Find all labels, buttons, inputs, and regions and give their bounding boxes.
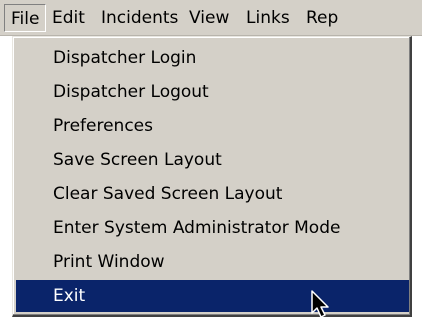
menu-reports-truncated[interactable]: Rep [300,4,338,32]
menu-view[interactable]: View [183,4,235,32]
menu-edit[interactable]: Edit [46,4,91,32]
menu-links[interactable]: Links [240,4,296,32]
arrow-pointer-icon [311,290,329,318]
menu-item-dispatcher-logout[interactable]: Dispatcher Logout [16,76,409,108]
menu-item-exit[interactable]: Exit [16,280,409,312]
menu-item-preferences[interactable]: Preferences [16,110,409,142]
file-dropdown-menu: Dispatcher Login Dispatcher Logout Prefe… [12,36,412,317]
menu-item-clear-saved-screen-layout[interactable]: Clear Saved Screen Layout [16,178,409,210]
menu-incidents[interactable]: Incidents [95,4,184,32]
menu-item-save-screen-layout[interactable]: Save Screen Layout [16,144,409,176]
menu-file[interactable]: File [4,4,47,32]
menu-item-print-window[interactable]: Print Window [16,246,409,278]
menu-bar: File Edit Incidents View Links Rep [0,0,422,36]
menu-item-enter-system-administrator-mode[interactable]: Enter System Administrator Mode [16,212,409,244]
menu-item-dispatcher-login[interactable]: Dispatcher Login [16,42,409,74]
